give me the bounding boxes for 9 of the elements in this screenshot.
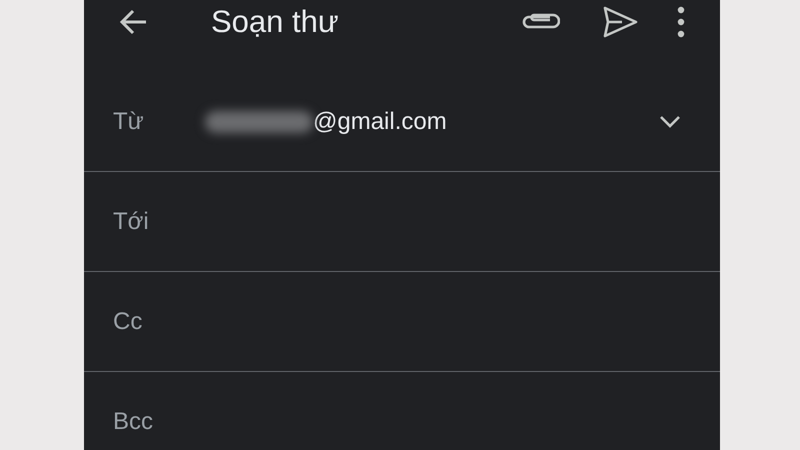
more-options-icon[interactable]	[676, 6, 686, 38]
field-label: Cc	[113, 308, 144, 336]
field-label: Bcc	[113, 408, 154, 436]
field-label: Tới	[113, 208, 150, 236]
screen-title: Soạn thư	[211, 4, 340, 40]
field-label: Từ	[113, 108, 145, 136]
chevron-down-icon[interactable]	[658, 114, 682, 130]
sender-address: @gmail.com	[313, 108, 447, 136]
send-icon[interactable]	[602, 5, 638, 39]
